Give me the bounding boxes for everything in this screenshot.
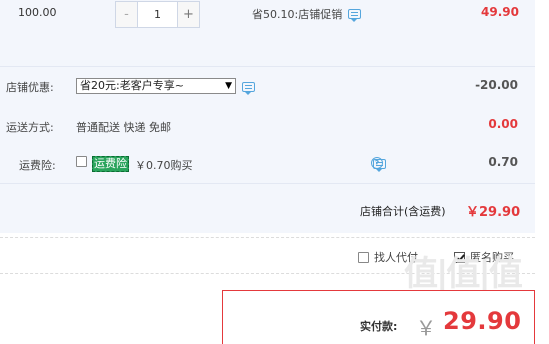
currency-symbol: ￥	[416, 316, 436, 340]
insurance-badge: 运费险	[92, 156, 129, 172]
shipping-method: 普通配送 快递 免邮	[76, 121, 171, 134]
quantity-stepper[interactable]: - 1 +	[115, 1, 200, 28]
item-subtotal: 49.90	[481, 5, 519, 19]
help-icon[interactable]: ?	[371, 157, 383, 169]
shop-total-label: 店铺合计(含运费)	[360, 205, 446, 218]
insurance-label: 运费险:	[19, 159, 56, 172]
divider	[0, 183, 535, 184]
payment-amount: 29.90	[443, 307, 522, 335]
shipping-label: 运送方式:	[6, 121, 54, 134]
increase-button[interactable]: +	[177, 2, 199, 27]
quantity-input[interactable]: 1	[138, 2, 177, 27]
chat-icon[interactable]	[348, 9, 362, 22]
watermark: 值|值|值	[404, 254, 523, 294]
dropdown-arrow-icon: ▼	[225, 81, 232, 91]
chat-icon[interactable]	[242, 82, 255, 95]
discount-label: 店铺优惠:	[6, 81, 54, 94]
decrease-button[interactable]: -	[116, 2, 138, 27]
divider	[0, 237, 535, 238]
discount-value: -20.00	[475, 78, 518, 92]
shop-total-value: ￥29.90	[466, 205, 521, 220]
promo-info: 省50.10:店铺促销	[252, 6, 362, 22]
promo-text: 省50.10:店铺促销	[252, 8, 343, 21]
insurance-checkbox[interactable]	[76, 156, 87, 167]
insurance-price: ￥0.70购买	[135, 159, 193, 172]
discount-selected-value: 省20元:老客户专享~	[80, 79, 184, 92]
discount-select[interactable]: 省20元:老客户专享~ ▼	[76, 78, 236, 94]
unit-price: 100.00	[18, 6, 57, 19]
payment-label: 实付款:	[360, 320, 398, 333]
insurance-value: 0.70	[488, 155, 518, 169]
proxy-pay-checkbox[interactable]	[358, 251, 369, 263]
shipping-value: 0.00	[488, 117, 518, 131]
